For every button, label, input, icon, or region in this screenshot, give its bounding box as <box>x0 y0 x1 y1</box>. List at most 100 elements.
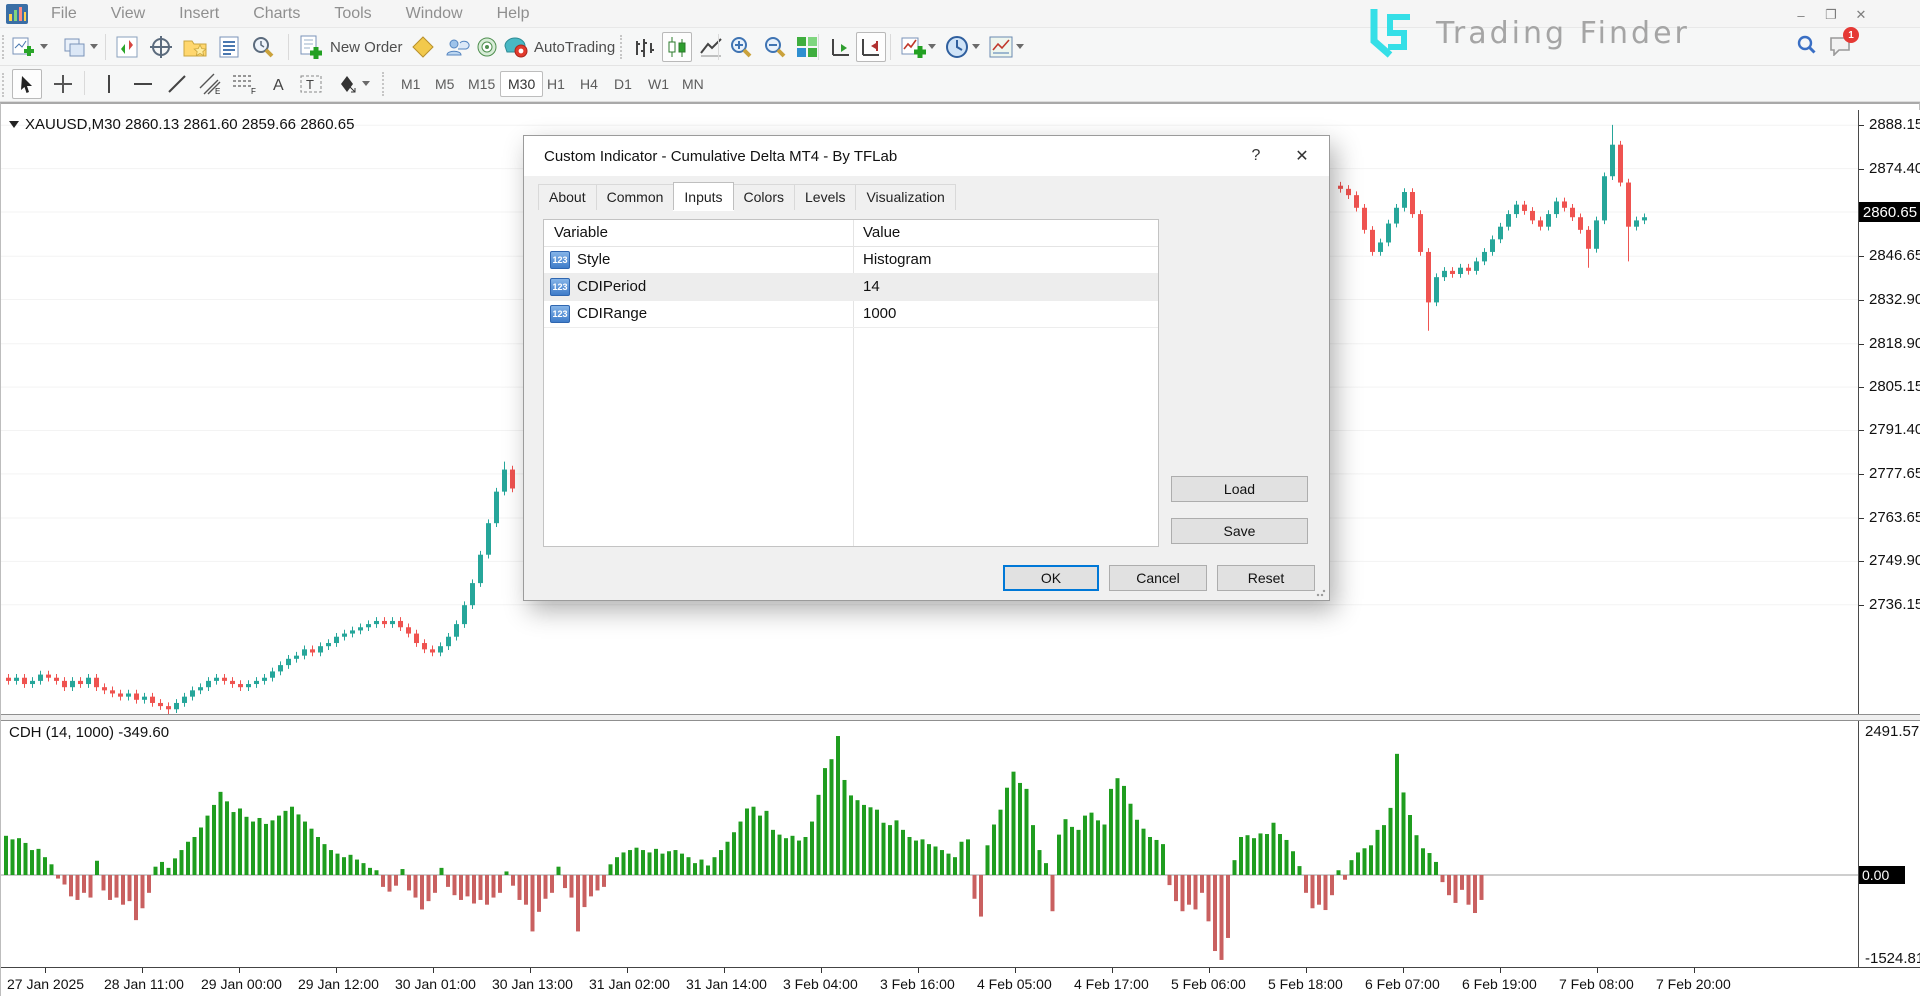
arrows-dropdown-icon[interactable] <box>362 81 370 86</box>
arrows-icon[interactable] <box>332 69 362 99</box>
indicators-icon[interactable] <box>898 32 928 62</box>
menu-charts[interactable]: Charts <box>236 5 317 23</box>
market-watch-icon[interactable] <box>112 32 142 62</box>
new-order-icon[interactable] <box>296 32 326 62</box>
menu-tools[interactable]: Tools <box>317 5 388 23</box>
strategy-tester-icon[interactable] <box>248 32 278 62</box>
toolbar-grip[interactable] <box>2 73 5 97</box>
candlestick-type-icon[interactable] <box>662 32 692 62</box>
toolbar-grip[interactable] <box>2 35 5 59</box>
minimize-icon[interactable]: – <box>1790 4 1812 26</box>
save-button[interactable]: Save <box>1171 518 1308 544</box>
community-icon[interactable] <box>442 32 472 62</box>
profiles-icon[interactable] <box>60 32 90 62</box>
menu-file[interactable]: File <box>34 5 94 23</box>
timeframe-m5[interactable]: M5 <box>428 71 461 97</box>
symbol-collapse-icon[interactable] <box>9 121 19 128</box>
timeframe-m30[interactable]: M30 <box>500 71 543 97</box>
crosshair-icon[interactable] <box>48 69 78 99</box>
menu-window[interactable]: Window <box>389 5 480 23</box>
text-label-icon[interactable]: T <box>296 69 326 99</box>
trading-finder-logo-icon <box>1360 5 1422 61</box>
table-row[interactable]: 123 Style Histogram <box>544 247 1158 274</box>
line-chart-type-icon[interactable] <box>696 32 726 62</box>
price-axis-label: 2749.90 <box>1869 552 1920 569</box>
periods-dropdown-icon[interactable] <box>972 44 980 49</box>
cancel-button[interactable]: Cancel <box>1109 565 1207 591</box>
mt4-app-icon <box>6 4 28 24</box>
help-button[interactable]: ? <box>1233 136 1279 176</box>
indicator-zero-marker: 0.00 <box>1859 866 1905 884</box>
new-order-label[interactable]: New Order <box>330 39 403 56</box>
tab-inputs[interactable]: Inputs <box>673 182 733 210</box>
menu-insert[interactable]: Insert <box>162 5 236 23</box>
new-chart-icon[interactable] <box>8 32 38 62</box>
periods-icon[interactable] <box>942 32 972 62</box>
price-axis[interactable]: 2888.152874.402860.652846.652832.902818.… <box>1859 110 1920 714</box>
metaeditor-icon[interactable] <box>408 32 438 62</box>
profiles-dropdown-icon[interactable] <box>90 44 98 49</box>
horizontal-line-icon[interactable] <box>128 69 158 99</box>
ok-button[interactable]: OK <box>1003 565 1099 591</box>
timeframe-h4[interactable]: H4 <box>573 71 605 97</box>
panel-splitter[interactable] <box>1 714 1920 721</box>
svg-text:T: T <box>306 77 314 92</box>
numeric-input-icon: 123 <box>550 278 570 296</box>
table-row[interactable]: 123 CDIRange 1000 <box>544 301 1158 328</box>
dialog-titlebar[interactable]: Custom Indicator - Cumulative Delta MT4 … <box>524 136 1329 176</box>
chart-shift-icon[interactable] <box>856 32 886 62</box>
table-row-selected[interactable]: 123 CDIPeriod 14 <box>544 274 1158 301</box>
trendline-icon[interactable] <box>162 69 192 99</box>
timeframe-m1[interactable]: M1 <box>394 71 427 97</box>
auto-scroll-icon[interactable] <box>826 32 856 62</box>
reset-button[interactable]: Reset <box>1217 565 1315 591</box>
templates-icon[interactable] <box>986 32 1016 62</box>
tab-common[interactable]: Common <box>596 184 675 210</box>
tab-colors[interactable]: Colors <box>733 184 795 210</box>
equidistant-channel-icon[interactable]: E <box>196 69 226 99</box>
terminal-icon[interactable] <box>214 32 244 62</box>
new-chart-dropdown-icon[interactable] <box>40 44 48 49</box>
cursor-icon[interactable] <box>12 69 42 99</box>
indicator-panel[interactable]: CDH (14, 1000) -349.60 <box>1 721 1858 967</box>
inputs-table[interactable]: Variable Value 123 Style Histogram 123 C… <box>543 219 1159 547</box>
row-value[interactable]: 14 <box>863 278 880 295</box>
restore-icon[interactable]: ❐ <box>1820 4 1842 26</box>
alerts-icon[interactable] <box>472 32 502 62</box>
svg-text:A: A <box>273 77 284 94</box>
timeframe-m15[interactable]: M15 <box>461 71 502 97</box>
symbol-ohlc-text: XAUUSD,M30 2860.13 2861.60 2859.66 2860.… <box>25 116 354 133</box>
menu-help[interactable]: Help <box>480 5 547 23</box>
chat-icon[interactable]: 1 <box>1828 34 1852 56</box>
date-axis[interactable]: 27 Jan 202528 Jan 11:0029 Jan 00:0029 Ja… <box>1 967 1920 996</box>
indicators-dropdown-icon[interactable] <box>928 44 936 49</box>
templates-dropdown-icon[interactable] <box>1016 44 1024 49</box>
timeframe-w1[interactable]: W1 <box>641 71 676 97</box>
data-window-icon[interactable] <box>146 32 176 62</box>
timeframe-h1[interactable]: H1 <box>540 71 572 97</box>
close-icon[interactable]: ✕ <box>1279 136 1325 176</box>
row-value[interactable]: 1000 <box>863 305 896 322</box>
load-button[interactable]: Load <box>1171 476 1308 502</box>
vertical-line-icon[interactable] <box>94 69 124 99</box>
row-value[interactable]: Histogram <box>863 251 931 268</box>
text-icon[interactable]: A <box>264 69 294 99</box>
fibonacci-icon[interactable]: F <box>230 69 260 99</box>
timeframe-d1[interactable]: D1 <box>607 71 639 97</box>
search-icon[interactable] <box>1796 34 1818 56</box>
autotrading-label[interactable]: AutoTrading <box>534 39 615 56</box>
close-window-icon[interactable]: ✕ <box>1850 4 1872 26</box>
tab-levels[interactable]: Levels <box>794 184 856 210</box>
autotrading-icon[interactable] <box>500 32 530 62</box>
tab-visualization[interactable]: Visualization <box>855 184 955 210</box>
bar-chart-type-icon[interactable] <box>630 32 660 62</box>
menu-view[interactable]: View <box>94 5 162 23</box>
timeframe-mn[interactable]: MN <box>675 71 711 97</box>
navigator-icon[interactable] <box>180 32 210 62</box>
zoom-in-icon[interactable] <box>726 32 756 62</box>
tab-about[interactable]: About <box>538 184 597 210</box>
resize-grip[interactable] <box>1316 587 1326 597</box>
zoom-out-icon[interactable] <box>760 32 790 62</box>
price-axis-label: 2818.90 <box>1869 335 1920 352</box>
indicator-axis[interactable]: 2491.57-1524.810.00 <box>1859 721 1920 967</box>
